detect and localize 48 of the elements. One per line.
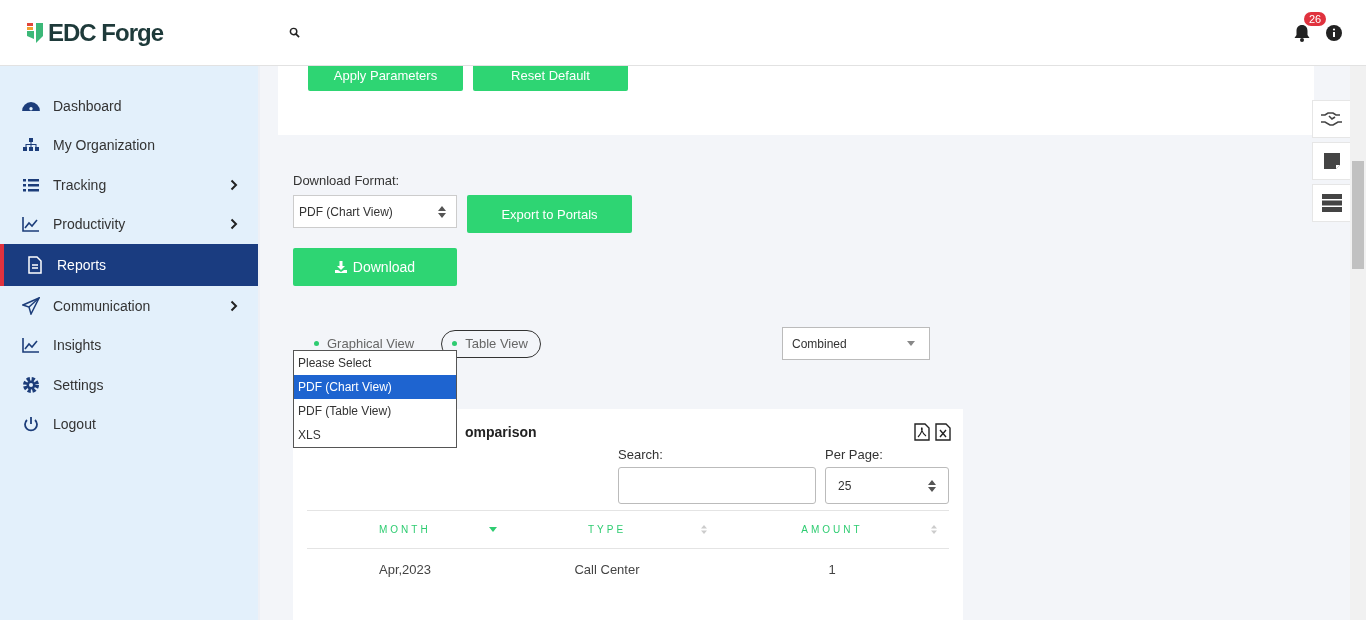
search-label: Search: [618,447,664,462]
caret-icon [907,341,915,346]
sidebar-item[interactable]: Insights [0,325,258,365]
sidebar-item[interactable]: My Organization [0,125,258,165]
dropdown-option[interactable]: XLS [294,423,456,447]
notification-count: 26 [1304,11,1327,26]
sidebar-item[interactable]: Tracking [0,165,258,205]
table-cell: Apr,2023 [379,561,432,577]
table-cell: Call Center [574,561,640,577]
server-icon [1322,194,1342,212]
per-page-select[interactable]: 25 [825,467,949,504]
note-icon [1323,152,1341,170]
dropdown-option[interactable]: PDF (Chart View) [294,375,456,399]
power-icon [22,415,40,434]
sidebar-item[interactable]: Communication [0,286,258,326]
document-icon [26,256,44,274]
field-label: Download Format: [293,173,400,188]
sidebar-item[interactable]: Logout [0,404,258,444]
dropdown-option[interactable]: PDF (Table View) [294,399,456,423]
sidebar-item[interactable]: Reports [0,244,258,286]
gauge-icon [22,100,40,111]
sidebar-item[interactable]: Dashboard [0,86,258,126]
logo-icon [25,20,45,45]
card-title: omparison [465,424,537,440]
floating-button[interactable] [1312,100,1352,138]
pdf-file-icon[interactable] [914,423,930,441]
mode-select[interactable]: Combined [782,327,930,360]
floating-button[interactable] [1312,142,1352,180]
format-select[interactable]: PDF (Chart View) [293,195,457,228]
table-cell: 1 [828,561,836,577]
sort-arrows-icon [438,205,446,218]
sidebar-item[interactable]: Settings [0,365,258,405]
sidebar-item[interactable]: Productivity [0,204,258,244]
settings-icon [22,375,40,394]
bell-icon[interactable] [1292,22,1312,43]
info-icon[interactable] [1326,24,1342,41]
download-icon [334,261,347,273]
per-page-label: Per Page: [825,447,884,462]
paper-plane-icon [22,296,40,315]
line-chart-icon [22,215,40,234]
line-chart-icon [22,336,40,355]
brand-name: EDC Forge [48,18,163,47]
search-icon[interactable] [289,27,300,38]
sort-arrows-icon [928,479,936,492]
excel-file-icon[interactable] [935,423,951,441]
floating-button[interactable] [1312,184,1352,222]
search-field[interactable] [618,467,816,504]
scrollbar[interactable] [1350,66,1366,620]
